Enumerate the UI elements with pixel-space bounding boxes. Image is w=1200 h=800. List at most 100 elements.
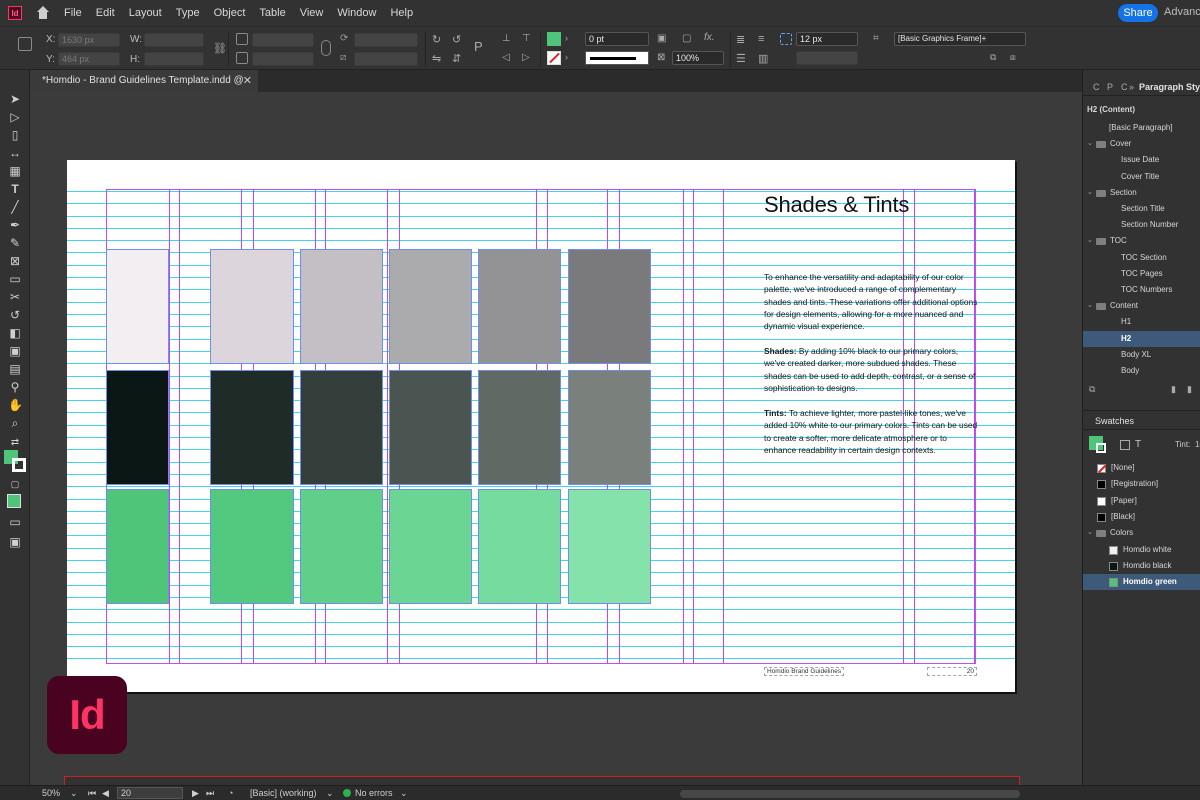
color-swatch-block[interactable] (389, 370, 472, 485)
rotate-tool-icon[interactable]: ↺ (8, 308, 22, 322)
screen-mode-icon[interactable]: ▭ (8, 515, 22, 529)
tab-pages[interactable]: P (1107, 82, 1113, 92)
auto-fit-icon[interactable] (780, 33, 792, 45)
color-swatch-block[interactable] (478, 370, 561, 485)
horizontal-scrollbar[interactable] (680, 790, 1020, 798)
page-heading[interactable]: Shades & Tints (764, 192, 909, 218)
open-page-icon[interactable]: ◔ (228, 788, 233, 798)
menu-table[interactable]: Table (259, 7, 285, 19)
swatch-row[interactable]: [Black] (1083, 509, 1200, 525)
flip-vertical-icon[interactable]: ⇵ (452, 52, 464, 65)
first-page-icon[interactable]: ⏮ (88, 788, 96, 799)
close-icon[interactable]: ✕ (243, 70, 252, 92)
zoom-level[interactable]: 50% (42, 788, 60, 798)
paragraph-style-row[interactable]: [Basic Paragraph] (1083, 120, 1200, 136)
style-group-row[interactable]: ⌄ TOC (1083, 233, 1200, 249)
page-number[interactable]: 20 (927, 667, 977, 676)
color-swatch-block[interactable] (300, 249, 383, 364)
tab-character-styles[interactable]: C (1093, 82, 1100, 92)
paragraph-style-row[interactable]: Issue Date (1083, 152, 1200, 168)
direct-selection-tool-icon[interactable]: ▷ (8, 110, 22, 124)
shades-paragraph[interactable]: Shades: By adding 10% black to our prima… (764, 345, 979, 394)
gap-tool-icon[interactable]: ↔ (8, 146, 22, 160)
preflight-errors[interactable]: No errors (355, 788, 393, 798)
x-position-field[interactable]: 1630 px (58, 33, 120, 47)
color-swatch-block[interactable] (106, 249, 169, 364)
chevron-down-icon[interactable]: ⌄ (1087, 298, 1093, 314)
zoom-tool-icon[interactable]: ⌕ (8, 416, 22, 430)
swatch-group-row[interactable]: ⌄ Colors (1083, 525, 1200, 541)
style-options-icon[interactable]: ⧈ (1010, 52, 1022, 64)
swatch-container-icon[interactable] (1120, 440, 1130, 450)
chevron-down-icon[interactable]: ⌄ (1087, 185, 1093, 201)
constrain-scale-icon[interactable] (321, 40, 331, 56)
menu-file[interactable]: File (64, 7, 82, 19)
color-swatch-block[interactable] (106, 370, 169, 485)
paragraph-style-row[interactable]: Body (1083, 363, 1200, 379)
clear-overrides-icon[interactable]: ⧉ (990, 52, 1002, 64)
effects-icon[interactable]: fx. (704, 32, 716, 44)
color-swatch-block[interactable] (568, 489, 651, 604)
color-swatch-block[interactable] (210, 370, 294, 485)
footer-title[interactable]: Homdio Brand Guidelines (764, 667, 845, 676)
content-collector-icon[interactable]: ▦ (8, 164, 22, 178)
stroke-weight-field[interactable]: 0 pt (585, 32, 649, 46)
swatch-row[interactable]: Homdio white (1083, 542, 1200, 558)
scale-x-field[interactable] (252, 33, 314, 47)
size-field[interactable]: 12 px (796, 32, 858, 46)
type-tool-icon[interactable]: T (8, 182, 22, 196)
flip-horizontal-icon[interactable]: ⇋ (432, 52, 444, 65)
paragraph-style-row[interactable]: TOC Pages (1083, 266, 1200, 282)
select-content-icon[interactable]: ⊤ (522, 33, 534, 45)
eyedropper-tool-icon[interactable]: ⚲ (8, 380, 22, 394)
color-swatch-block[interactable] (478, 249, 561, 364)
document-tab[interactable]: *Homdio - Brand Guidelines Template.indd… (30, 70, 258, 108)
paragraph-style-row[interactable]: TOC Numbers (1083, 282, 1200, 298)
zoom-dropdown-icon[interactable]: ⌄ (70, 788, 78, 799)
scale-y-field[interactable] (252, 52, 314, 66)
color-swatch-block[interactable] (568, 370, 651, 485)
swatch-text-icon[interactable]: T (1135, 439, 1141, 450)
color-swatch-block[interactable] (300, 489, 383, 604)
menu-window[interactable]: Window (337, 7, 376, 19)
swatch-row[interactable]: [Registration] (1083, 476, 1200, 492)
rectangle-tool-icon[interactable]: ▭ (8, 272, 22, 286)
tab-swatches[interactable]: Swatches (1095, 416, 1134, 426)
preflight-menu-icon[interactable]: ⌄ (400, 788, 408, 799)
height-field[interactable] (144, 52, 204, 66)
fill-dropdown-icon[interactable]: › (565, 33, 577, 45)
y-position-field[interactable]: 464 px (58, 52, 120, 66)
stroke-box[interactable] (12, 458, 26, 472)
shear-angle-field[interactable] (354, 52, 418, 66)
color-swatch-block[interactable] (210, 489, 294, 604)
menu-edit[interactable]: Edit (96, 7, 115, 19)
columns-icon[interactable]: ▥ (758, 52, 770, 65)
text-frame-options-icon[interactable]: ☰ (736, 52, 748, 65)
stroke-swatch[interactable] (547, 51, 561, 65)
preflight-profile-dropdown-icon[interactable]: ⌄ (326, 788, 334, 799)
preflight-profile[interactable]: [Basic] (working) (250, 788, 317, 798)
scissors-tool-icon[interactable]: ✂ (8, 290, 22, 304)
line-tool-icon[interactable]: ╱ (8, 200, 22, 214)
last-page-icon[interactable]: ⏭ (206, 788, 214, 799)
hand-tool-icon[interactable]: ✋ (8, 398, 23, 412)
rotation-angle-field[interactable] (354, 33, 418, 47)
tab-cc-libraries[interactable]: C (1121, 82, 1128, 92)
share-button[interactable]: Share (1118, 4, 1158, 22)
menu-view[interactable]: View (300, 7, 324, 19)
constrain-proportions-icon[interactable]: ⛓ (213, 42, 227, 55)
drop-shadow-icon[interactable]: ▢ (682, 33, 694, 45)
next-page-icon[interactable]: ▶ (192, 788, 199, 799)
intro-paragraph[interactable]: To enhance the versatility and adaptabil… (764, 271, 979, 332)
object-style-dropdown[interactable]: [Basic Graphics Frame]+ (894, 32, 1026, 46)
pencil-tool-icon[interactable]: ✎ (8, 236, 22, 250)
tints-paragraph[interactable]: Tints: To achieve lighter, more pastel-l… (764, 407, 979, 456)
align-vertical-icon[interactable]: ≡ (758, 33, 770, 45)
color-swatch-block[interactable] (389, 249, 472, 364)
page-number-field[interactable]: 20 (117, 787, 183, 799)
color-swatch-block[interactable] (568, 249, 651, 364)
panel-collapse-icon[interactable]: » (1129, 82, 1134, 92)
swap-fill-stroke-icon[interactable]: ⇄ (8, 436, 22, 450)
paragraph-style-row[interactable]: Section Number (1083, 217, 1200, 233)
menu-type[interactable]: Type (176, 7, 200, 19)
